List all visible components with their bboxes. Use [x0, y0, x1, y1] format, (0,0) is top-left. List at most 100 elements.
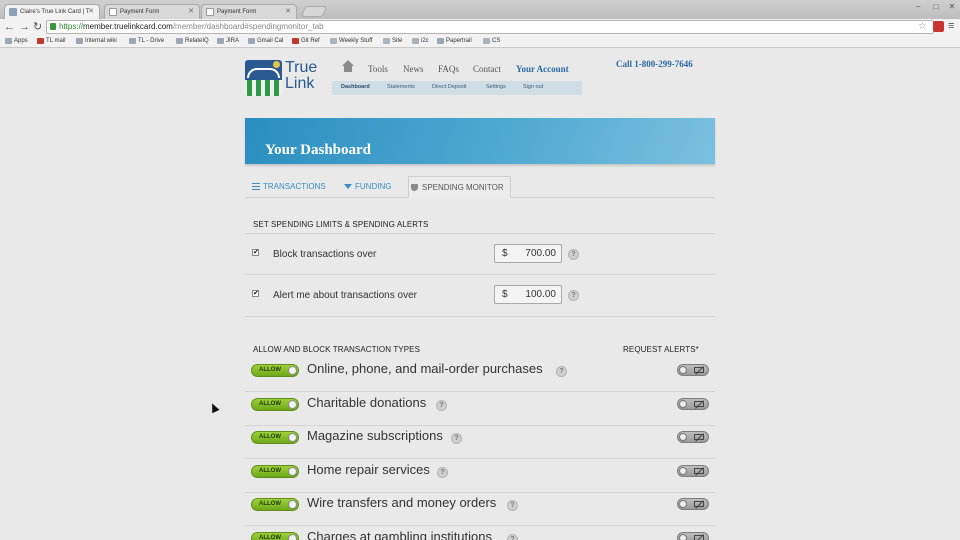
- browser-tab-title: Payment Form: [217, 9, 257, 15]
- bookmark-gmail-cal[interactable]: Gmail Cal: [248, 36, 283, 47]
- gmail-icon: [37, 38, 44, 44]
- browser-tab-strip: Claire's True Link Card | T ✕ Payment Fo…: [0, 0, 960, 19]
- bookmark-relateiq[interactable]: RelateIQ: [176, 36, 209, 47]
- close-tab-icon[interactable]: ✕: [188, 5, 194, 19]
- list-item: ALLOW Online, phone, and mail-order purc…: [245, 358, 715, 391]
- home-icon[interactable]: [342, 60, 354, 72]
- allow-toggle[interactable]: ALLOW: [251, 364, 299, 377]
- back-icon[interactable]: ←: [4, 20, 15, 34]
- transaction-type-label: Wire transfers and money orders: [307, 495, 497, 510]
- browser-tab-title: Claire's True Link Card | T: [20, 9, 90, 15]
- alert-toggle[interactable]: [677, 364, 709, 376]
- dashboard-banner: Your Dashboard: [245, 118, 715, 164]
- url-host: member.truelinkcard.com: [83, 22, 173, 31]
- limit-label: Alert me about transactions over: [273, 290, 417, 301]
- new-tab-button[interactable]: [300, 6, 328, 17]
- tab-spending-monitor[interactable]: SPENDING MONITOR: [408, 176, 511, 198]
- subnav-settings[interactable]: Settings: [486, 84, 506, 90]
- allow-toggle[interactable]: ALLOW: [251, 532, 299, 540]
- lock-icon: [50, 23, 56, 30]
- help-icon[interactable]: ?: [568, 290, 579, 301]
- browser-tab[interactable]: Claire's True Link Card | T ✕: [4, 4, 100, 19]
- calendar-icon: [248, 38, 255, 44]
- phone-number[interactable]: Call 1-800-299-7646: [616, 59, 693, 69]
- limit-label: Block transactions over: [273, 249, 377, 260]
- folder-icon: [483, 38, 490, 44]
- papertrail-icon: [437, 38, 444, 44]
- subnav-statements[interactable]: Statements: [387, 84, 415, 90]
- bookmark-weekly-stuff[interactable]: Weekly Stuff: [330, 36, 372, 47]
- alert-toggle[interactable]: [677, 465, 709, 477]
- dashboard-tabs: TRANSACTIONS FUNDING SPENDING MONITOR: [245, 176, 715, 198]
- subnav-dashboard[interactable]: Dashboard: [341, 84, 370, 90]
- bookmark-i2c[interactable]: i2c: [412, 36, 429, 47]
- help-icon[interactable]: ?: [507, 500, 518, 511]
- truelink-logo[interactable]: True Link: [245, 60, 323, 98]
- no-mail-icon: [694, 535, 704, 540]
- bookmark-site[interactable]: Site: [383, 36, 402, 47]
- limit-row-block: ✔ Block transactions over $ 700.00 ?: [245, 240, 715, 270]
- divider: [245, 233, 715, 234]
- browser-toolbar: ← → ↻ https://member.truelinkcard.com/me…: [0, 19, 960, 35]
- block-amount-input[interactable]: $ 700.00: [494, 244, 562, 263]
- subnav-sign-out[interactable]: Sign out: [523, 84, 543, 90]
- close-tab-icon[interactable]: ✕: [88, 5, 94, 19]
- bookmark-tl-drive[interactable]: TL - Drive: [129, 36, 164, 47]
- help-icon[interactable]: ?: [437, 467, 448, 478]
- subnav-direct-deposit[interactable]: Direct Deposit: [432, 84, 467, 90]
- reload-icon[interactable]: ↻: [33, 20, 42, 34]
- browser-tab-title: Payment Form: [120, 9, 160, 15]
- nav-news[interactable]: News: [403, 64, 424, 74]
- block-limit-checkbox[interactable]: ✔: [252, 249, 259, 256]
- help-icon[interactable]: ?: [451, 433, 462, 444]
- close-window-icon[interactable]: ✕: [946, 2, 958, 11]
- bookmark-internal-wiki[interactable]: Internal wiki: [76, 36, 117, 47]
- bookmark-jira[interactable]: JIRA: [217, 36, 239, 47]
- alert-toggle[interactable]: [677, 498, 709, 510]
- bookmark-star-icon[interactable]: ☆: [918, 21, 927, 33]
- bookmark-cs[interactable]: CS: [483, 36, 500, 47]
- nav-faqs[interactable]: FAQs: [438, 64, 459, 74]
- wiki-icon: [76, 38, 83, 44]
- browser-menu-icon[interactable]: ≡: [948, 20, 954, 32]
- help-icon[interactable]: ?: [507, 534, 518, 540]
- help-icon[interactable]: ?: [436, 400, 447, 411]
- folder-icon: [412, 38, 419, 44]
- bookmark-git-ref[interactable]: Git Ref: [292, 36, 320, 47]
- bookmark-apps[interactable]: Apps: [5, 36, 28, 47]
- allow-toggle[interactable]: ALLOW: [251, 431, 299, 444]
- allow-toggle[interactable]: ALLOW: [251, 398, 299, 411]
- shield-icon: [411, 184, 418, 191]
- no-mail-icon: [694, 367, 704, 373]
- bookmark-papertrail[interactable]: Papertrail: [437, 36, 472, 47]
- bookmark-tl-mail[interactable]: TL mail: [37, 36, 65, 47]
- alert-limit-checkbox[interactable]: ✔: [252, 290, 259, 297]
- browser-tab[interactable]: Payment Form ✕: [201, 4, 297, 19]
- allow-toggle[interactable]: ALLOW: [251, 465, 299, 478]
- extension-icon[interactable]: [933, 21, 944, 32]
- minimize-icon[interactable]: –: [912, 2, 924, 11]
- alert-toggle[interactable]: [677, 398, 709, 410]
- nav-your-account[interactable]: Your Account: [516, 64, 569, 74]
- tab-transactions[interactable]: TRANSACTIONS: [250, 176, 326, 198]
- maximize-icon[interactable]: □: [930, 2, 942, 11]
- nav-contact[interactable]: Contact: [473, 64, 501, 74]
- address-bar[interactable]: https://member.truelinkcard.com/member/d…: [46, 20, 934, 34]
- transaction-type-label: Magazine subscriptions: [307, 428, 443, 443]
- tab-funding[interactable]: FUNDING: [342, 176, 391, 198]
- allow-toggle[interactable]: ALLOW: [251, 498, 299, 511]
- page-favicon-icon: [109, 8, 117, 16]
- help-icon[interactable]: ?: [568, 249, 579, 260]
- forward-icon[interactable]: →: [19, 20, 30, 34]
- url-path: /member/dashboard#spendingmonitor_tab: [172, 22, 324, 31]
- list-icon: [252, 183, 260, 190]
- alert-toggle[interactable]: [677, 532, 709, 540]
- alert-amount-input[interactable]: $ 100.00: [494, 285, 562, 304]
- git-icon: [292, 38, 299, 44]
- help-icon[interactable]: ?: [556, 366, 567, 377]
- close-tab-icon[interactable]: ✕: [285, 5, 291, 19]
- nav-tools[interactable]: Tools: [368, 64, 388, 74]
- alert-toggle[interactable]: [677, 431, 709, 443]
- transaction-type-label: Charitable donations: [307, 395, 427, 410]
- browser-tab[interactable]: Payment Form ✕: [104, 4, 200, 19]
